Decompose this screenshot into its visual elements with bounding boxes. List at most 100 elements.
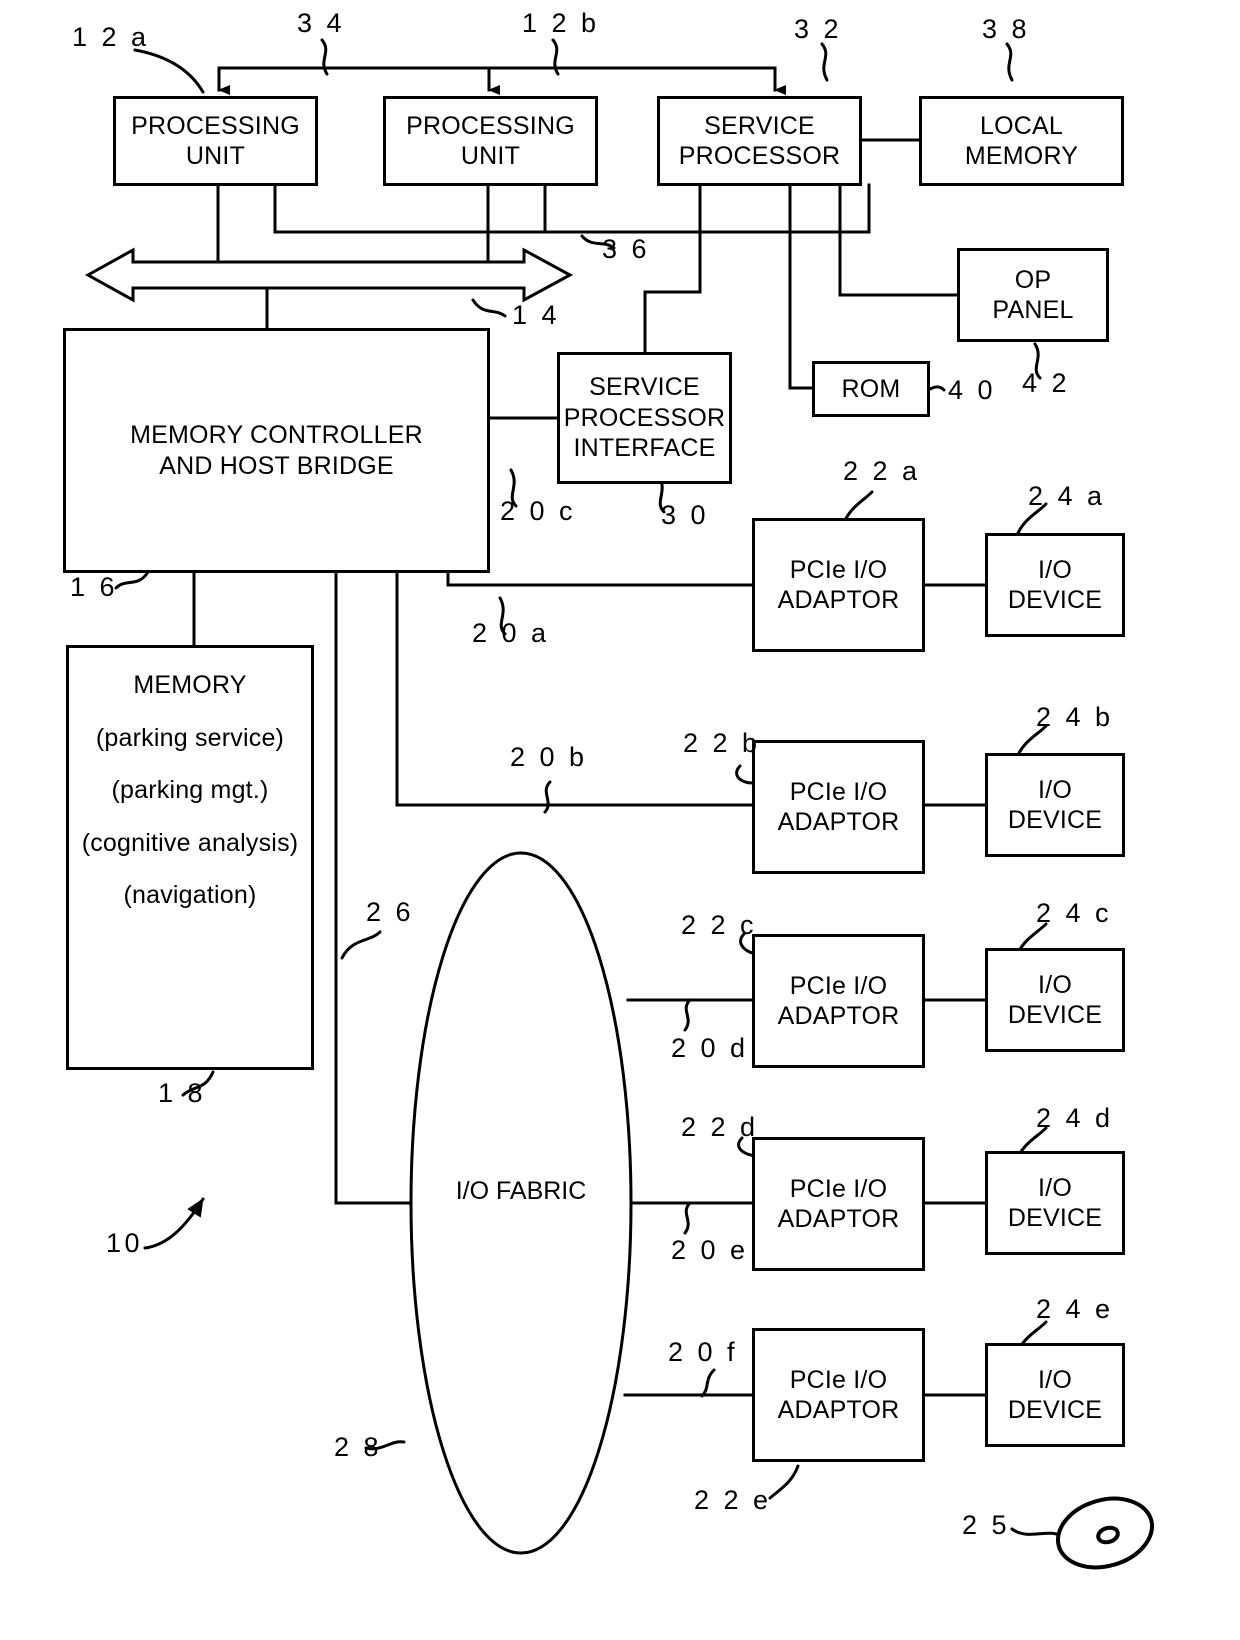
service-processor-label-line2: PROCESSOR	[678, 142, 841, 170]
pcie-io-adaptor-a-label-line2: ADAPTOR	[777, 586, 900, 614]
memory-controller-and-host-bridge-box: MEMORY CONTROLLER AND HOST BRIDGE	[63, 328, 490, 573]
ref-40: 4 0	[948, 375, 997, 405]
io-device-c-label-line2: DEVICE	[1007, 1001, 1103, 1029]
leader-20e	[683, 1201, 692, 1235]
ref-20a: 2 0 a	[472, 618, 550, 648]
ref-32: 3 2	[794, 14, 843, 44]
pcie-io-adaptor-d-label-line1: PCIe I/O	[789, 1174, 888, 1203]
io-device-b-label-line2: DEVICE	[1007, 806, 1103, 834]
leader-25	[1010, 1527, 1064, 1538]
io-device-c-box: I/O DEVICE	[985, 948, 1125, 1052]
memory-box: MEMORY (parking service) (parking mgt.) …	[66, 645, 314, 1070]
ref-38: 3 8	[982, 14, 1031, 44]
ref-20e: 2 0 e	[671, 1235, 749, 1265]
ref-36: 3 6	[602, 234, 651, 264]
io-device-e-box: I/O DEVICE	[985, 1343, 1125, 1447]
processing-unit-b-label-line1: PROCESSING	[406, 111, 575, 140]
processing-unit-b-label-line2: UNIT	[460, 142, 521, 170]
memory-item-parking-service: (parking service)	[95, 723, 285, 752]
sp-to-rom	[788, 183, 814, 390]
ref-26: 2 6	[366, 897, 415, 927]
op-panel-label-line2: PANEL	[992, 296, 1074, 324]
bus-36-left-branch	[273, 183, 871, 234]
memory-controller-label-line1: MEMORY CONTROLLER	[130, 421, 423, 449]
leader-32	[820, 42, 829, 82]
io-fabric-label: I/O FABRIC	[421, 1176, 621, 1207]
io-device-d-label-line2: DEVICE	[1007, 1204, 1103, 1232]
pcie-io-adaptor-e-label-line1: PCIe I/O	[789, 1365, 888, 1394]
ref-12a: 1 2 a	[72, 22, 150, 52]
io-fabric-label-line1: I/O	[455, 1177, 490, 1205]
leader-20b	[543, 780, 552, 814]
io-device-a-label-line2: DEVICE	[1007, 586, 1103, 614]
pcie-io-adaptor-d-box: PCIe I/O ADAPTOR	[752, 1137, 925, 1271]
memory-item-cognitive-analysis: (cognitive analysis)	[81, 828, 299, 857]
pcie-io-adaptor-b-box: PCIe I/O ADAPTOR	[752, 740, 925, 874]
io-fabric-label-line2: FABRIC	[496, 1177, 587, 1205]
ref-20c: 2 0 c	[500, 496, 577, 526]
pcie-io-adaptor-e-label-line2: ADAPTOR	[777, 1396, 900, 1424]
ref-24d: 2 4 d	[1036, 1103, 1114, 1133]
leader-10-arrow	[143, 1197, 205, 1250]
leader-26	[340, 930, 382, 960]
ref-20f: 2 0 f	[668, 1337, 739, 1367]
ref-16: 1 6	[70, 572, 119, 602]
memory-item-parking-mgt: (parking mgt.)	[111, 776, 269, 804]
pcie-io-adaptor-a-box: PCIe I/O ADAPTOR	[752, 518, 925, 652]
service-processor-interface-box: SERVICE PROCESSOR INTERFACE	[557, 352, 732, 484]
processing-unit-a-label-line1: PROCESSING	[131, 111, 300, 140]
io-device-a-label-line1: I/O	[1038, 555, 1072, 584]
ref-30: 3 0	[661, 500, 710, 530]
memory-title: MEMORY	[133, 671, 247, 699]
ref-20d: 2 0 d	[671, 1033, 749, 1063]
leader-20f	[700, 1368, 716, 1398]
pcie-io-adaptor-b-label-line2: ADAPTOR	[777, 808, 900, 836]
pcie-io-adaptor-a-label-line1: PCIe I/O	[789, 555, 888, 584]
ref-28: 2 8	[334, 1432, 383, 1462]
ref-24b: 2 4 b	[1036, 702, 1114, 732]
leader-20d	[683, 998, 692, 1032]
op-panel-label-line1: OP	[1014, 265, 1052, 294]
service-processor-box: SERVICE PROCESSOR	[657, 96, 862, 186]
link-20a-line	[446, 571, 754, 587]
ref-24c: 2 4 c	[1036, 898, 1113, 928]
sp-to-sp-interface	[643, 230, 702, 354]
ref-34: 3 4	[297, 8, 346, 38]
ref-22a: 2 2 a	[843, 456, 921, 486]
pcie-io-adaptor-c-box: PCIe I/O ADAPTOR	[752, 934, 925, 1068]
io-device-e-label-line2: DEVICE	[1007, 1396, 1103, 1424]
service-processor-interface-label-line3: INTERFACE	[573, 434, 716, 463]
local-memory-box: LOCAL MEMORY	[919, 96, 1124, 186]
leader-14	[471, 298, 507, 318]
ref-42: 4 2	[1022, 368, 1071, 398]
io-device-d-label-line1: I/O	[1038, 1173, 1072, 1202]
ref-10: 10	[106, 1228, 144, 1258]
rom-label: ROM	[841, 374, 901, 403]
pcie-io-adaptor-d-label-line2: ADAPTOR	[777, 1205, 900, 1233]
sp-to-op-panel	[838, 183, 959, 297]
service-processor-interface-label-line1: SERVICE	[589, 373, 700, 402]
io-device-b-label-line1: I/O	[1038, 775, 1072, 804]
ref-22e: 2 2 e	[694, 1485, 772, 1515]
io-device-e-label-line1: I/O	[1038, 1365, 1072, 1394]
leader-22e	[768, 1464, 800, 1500]
ref-25: 2 5	[962, 1510, 1011, 1540]
io-device-d-box: I/O DEVICE	[985, 1151, 1125, 1255]
ref-24e: 2 4 e	[1036, 1294, 1114, 1324]
ref-22c: 2 2 c	[681, 910, 758, 940]
leader-12a	[133, 48, 205, 94]
pcie-io-adaptor-c-label-line1: PCIe I/O	[789, 971, 888, 1000]
local-memory-label-line2: MEMORY	[964, 142, 1079, 170]
ref-12b: 1 2 b	[522, 8, 600, 38]
service-processor-label-line1: SERVICE	[704, 111, 815, 140]
rom-box: ROM	[812, 361, 930, 417]
processing-unit-a-label-line2: UNIT	[185, 142, 246, 170]
service-processor-interface-label-line2: PROCESSOR	[563, 403, 726, 432]
memory-item-navigation: (navigation)	[123, 881, 257, 909]
patent-figure-page: PROCESSING UNIT PROCESSING UNIT SERVICE …	[0, 0, 1240, 1640]
processing-unit-a-box: PROCESSING UNIT	[113, 96, 318, 186]
system-bus-14	[84, 247, 574, 303]
memory-controller-label-line2: AND HOST BRIDGE	[159, 451, 394, 480]
pcie-io-adaptor-b-label-line1: PCIe I/O	[789, 777, 888, 806]
pcie-io-adaptor-e-box: PCIe I/O ADAPTOR	[752, 1328, 925, 1462]
